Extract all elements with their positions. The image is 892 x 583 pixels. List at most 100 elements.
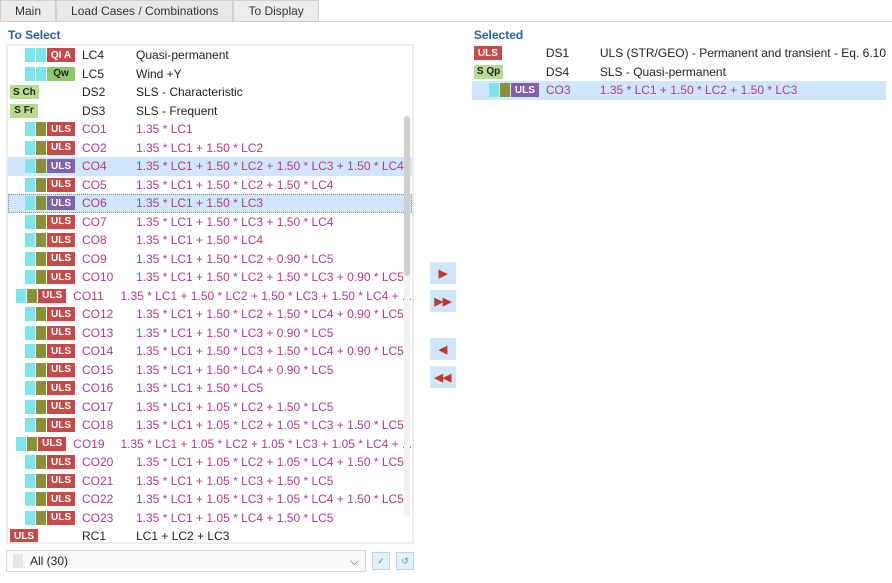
- filter-combo[interactable]: All (30) ⌵: [6, 550, 366, 572]
- list-item[interactable]: ULSCO111.35 * LC1 + 1.50 * LC2 + 1.50 * …: [8, 287, 412, 306]
- list-item[interactable]: ULSCO221.35 * LC1 + 1.05 * LC3 + 1.05 * …: [8, 490, 412, 509]
- list-item[interactable]: ULSRC1LC1 + LC2 + LC3: [8, 527, 412, 542]
- list-item[interactable]: ULSCO41.35 * LC1 + 1.50 * LC2 + 1.50 * L…: [8, 157, 412, 176]
- row-id: CO11: [67, 289, 116, 303]
- row-id: CO9: [76, 252, 132, 266]
- row-description: 1.35 * LC1 + 1.05 * LC2 + 1.05 * LC3 + 1…: [132, 418, 404, 432]
- list-item[interactable]: ULSCO161.35 * LC1 + 1.50 * LC5: [8, 379, 412, 398]
- row-id: CO10: [76, 270, 132, 284]
- row-description: 1.35 * LC1 + 1.50 * LC2 + 0.90 * LC5: [132, 252, 333, 266]
- sky-tag: [25, 122, 35, 136]
- sky-tag: [25, 344, 35, 358]
- list-item[interactable]: ULSCO11.35 * LC1: [8, 120, 412, 139]
- sky-tag: [25, 270, 35, 284]
- row-id: CO6: [76, 196, 132, 210]
- uls-tag: ULS: [47, 178, 75, 192]
- uls-tag: ULS: [38, 437, 66, 451]
- row-id: CO2: [76, 141, 132, 155]
- list-item[interactable]: ULSCO51.35 * LC1 + 1.50 * LC2 + 1.50 * L…: [8, 176, 412, 195]
- row-id: CO21: [76, 474, 132, 488]
- row-description: 1.35 * LC1 + 1.05 * LC2 + 1.05 * LC3 + 1…: [116, 437, 412, 451]
- row-id: CO20: [76, 455, 132, 469]
- sky-tag: [25, 307, 35, 321]
- list-item[interactable]: ULSCO171.35 * LC1 + 1.05 * LC2 + 1.50 * …: [8, 398, 412, 417]
- list-item[interactable]: ULSCO31.35 * LC1 + 1.50 * LC2 + 1.50 * L…: [472, 81, 886, 100]
- row-id: CO5: [76, 178, 132, 192]
- to-select-list[interactable]: QI ALC4Quasi-permanentQwLC5Wind +YS ChDS…: [6, 44, 414, 544]
- row-description: Quasi-permanent: [132, 48, 229, 62]
- tab-main[interactable]: Main: [0, 0, 56, 21]
- list-item[interactable]: ULSCO141.35 * LC1 + 1.50 * LC3 + 1.50 * …: [8, 342, 412, 361]
- move-right-button[interactable]: ▶: [430, 262, 456, 284]
- select-all-button[interactable]: ✓: [372, 552, 390, 570]
- sky-tag: [25, 215, 35, 229]
- tab-load-cases[interactable]: Load Cases / Combinations: [56, 0, 233, 21]
- list-item[interactable]: ULSCO121.35 * LC1 + 1.50 * LC2 + 1.50 * …: [8, 305, 412, 324]
- olive-tag: [36, 511, 46, 525]
- olive-tag: [27, 437, 37, 451]
- list-item[interactable]: ULSCO211.35 * LC1 + 1.05 * LC3 + 1.50 * …: [8, 472, 412, 491]
- row-description: SLS - Characteristic: [132, 85, 243, 99]
- list-item[interactable]: ULSCO81.35 * LC1 + 1.50 * LC4: [8, 231, 412, 250]
- uls-tag: ULS: [47, 196, 75, 210]
- uls-tag: ULS: [47, 252, 75, 266]
- move-all-left-button[interactable]: ◀◀: [430, 366, 456, 388]
- row-id: CO1: [76, 122, 132, 136]
- list-item[interactable]: S Fr DS3SLS - Frequent: [8, 102, 412, 121]
- list-item[interactable]: ULSCO131.35 * LC1 + 1.50 * LC3 + 0.90 * …: [8, 324, 412, 343]
- list-item[interactable]: ULSCO91.35 * LC1 + 1.50 * LC2 + 0.90 * L…: [8, 250, 412, 269]
- sfr-tag: S Fr: [10, 104, 38, 118]
- row-description: 1.35 * LC1 + 1.05 * LC3 + 1.50 * LC5: [132, 474, 333, 488]
- list-item[interactable]: ULSCO151.35 * LC1 + 1.50 * LC4 + 0.90 * …: [8, 361, 412, 380]
- list-item[interactable]: ULSCO101.35 * LC1 + 1.50 * LC2 + 1.50 * …: [8, 268, 412, 287]
- list-item[interactable]: ULSCO181.35 * LC1 + 1.05 * LC2 + 1.05 * …: [8, 416, 412, 435]
- list-item[interactable]: ULSCO201.35 * LC1 + 1.05 * LC2 + 1.05 * …: [8, 453, 412, 472]
- row-id: CO19: [67, 437, 116, 451]
- olive-tag: [36, 381, 46, 395]
- deselect-all-button[interactable]: ↺: [396, 552, 414, 570]
- sky-tag: [25, 196, 35, 210]
- scrollbar-thumb[interactable]: [404, 116, 410, 276]
- to-select-header: To Select: [0, 22, 420, 44]
- row-description: Wind +Y: [132, 67, 182, 81]
- olive-tag: [36, 400, 46, 414]
- olive-tag: [36, 252, 46, 266]
- list-item[interactable]: ULSCO21.35 * LC1 + 1.50 * LC2: [8, 139, 412, 158]
- transfer-controls: ▶ ▶▶ ◀ ◀◀: [420, 22, 466, 583]
- row-description: LC1 + LC2 + LC3: [132, 529, 229, 542]
- move-all-right-button[interactable]: ▶▶: [430, 290, 456, 312]
- list-item[interactable]: ULSCO191.35 * LC1 + 1.05 * LC2 + 1.05 * …: [8, 435, 412, 454]
- olive-tag: [36, 363, 46, 377]
- selected-list[interactable]: ULSDS1ULS (STR/GEO) - Permanent and tran…: [472, 44, 886, 544]
- list-item[interactable]: ULSDS1ULS (STR/GEO) - Permanent and tran…: [472, 44, 886, 63]
- olive-tag: [36, 178, 46, 192]
- list-item[interactable]: QwLC5Wind +Y: [8, 65, 412, 84]
- uls-tag: ULS: [47, 455, 75, 469]
- row-description: 1.35 * LC1: [132, 122, 193, 136]
- tab-bar: Main Load Cases / Combinations To Displa…: [0, 0, 892, 22]
- list-item[interactable]: ULSCO61.35 * LC1 + 1.50 * LC3: [8, 194, 412, 213]
- list-item[interactable]: QI ALC4Quasi-permanent: [8, 46, 412, 65]
- sky-tag: [25, 141, 35, 155]
- list-item[interactable]: S ChDS2SLS - Characteristic: [8, 83, 412, 102]
- row-description: 1.35 * LC1 + 1.50 * LC3 + 0.90 * LC5: [132, 326, 333, 340]
- olive-tag: [36, 215, 46, 229]
- move-left-button[interactable]: ◀: [430, 338, 456, 360]
- list-item[interactable]: ULSCO231.35 * LC1 + 1.05 * LC4 + 1.50 * …: [8, 509, 412, 528]
- row-description: SLS - Frequent: [132, 104, 217, 118]
- row-description: 1.35 * LC1 + 1.05 * LC2 + 1.50 * LC5: [132, 400, 333, 414]
- row-id: DS1: [540, 46, 596, 60]
- list-item[interactable]: S QpDS4SLS - Quasi-permanent: [472, 63, 886, 82]
- row-description: 1.35 * LC1 + 1.05 * LC2 + 1.05 * LC4 + 1…: [132, 455, 404, 469]
- row-description: 1.35 * LC1 + 1.50 * LC2: [132, 141, 263, 155]
- row-id: CO7: [76, 215, 132, 229]
- row-description: 1.35 * LC1 + 1.50 * LC2 + 1.50 * LC3 + 0…: [132, 270, 404, 284]
- sch-tag: S Ch: [10, 85, 39, 99]
- row-description: 1.35 * LC1 + 1.05 * LC3 + 1.05 * LC4 + 1…: [132, 492, 404, 506]
- tab-to-display[interactable]: To Display: [233, 0, 318, 21]
- sky-tag: [25, 178, 35, 192]
- sky-tag: [16, 437, 26, 451]
- row-id: DS3: [76, 104, 132, 118]
- selected-header: Selected: [466, 22, 892, 44]
- list-item[interactable]: ULSCO71.35 * LC1 + 1.50 * LC3 + 1.50 * L…: [8, 213, 412, 232]
